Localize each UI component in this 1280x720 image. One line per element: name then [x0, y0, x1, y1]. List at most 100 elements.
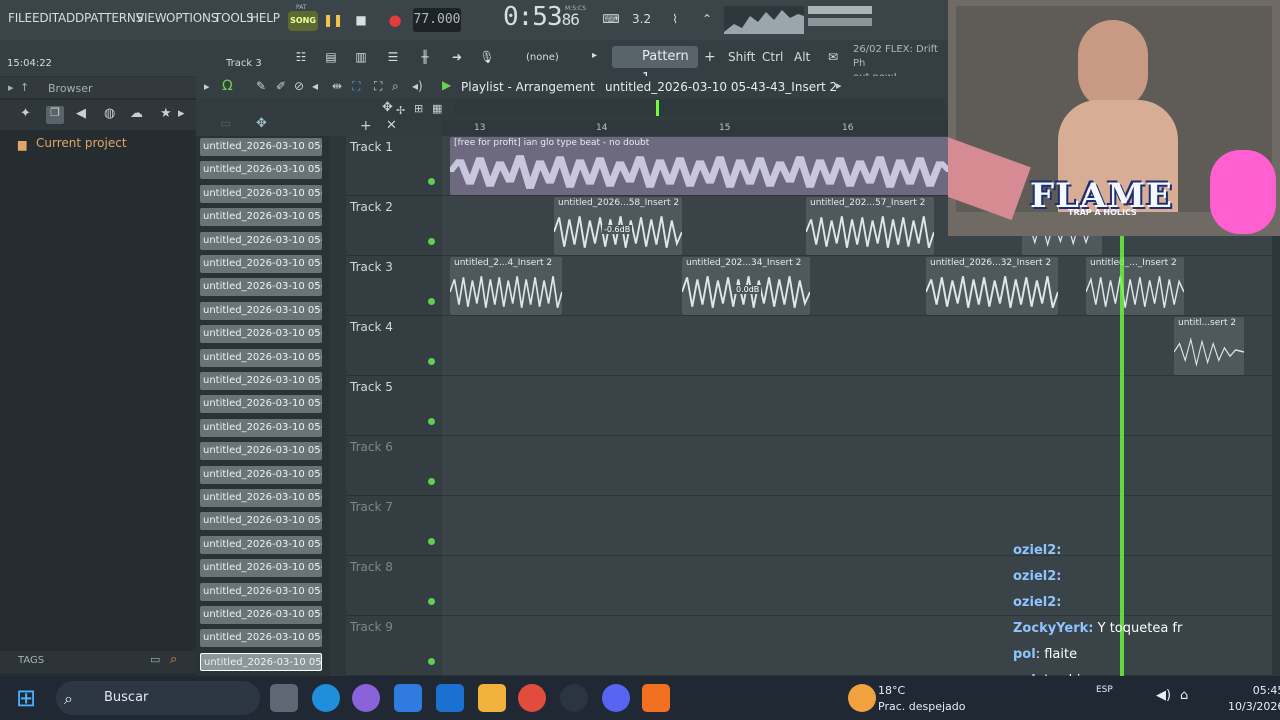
song-mode-button[interactable]: SONG: [288, 11, 318, 31]
system-clock[interactable]: 05:45 10/3/2026: [1228, 683, 1280, 715]
pattern-list-item[interactable]: untitled_2026-03-10 05-...: [200, 138, 322, 156]
slip-icon[interactable]: ⇹: [332, 79, 342, 93]
audio-clip[interactable]: untitled_202...57_Insert 2: [806, 197, 934, 255]
pattern-list-item[interactable]: untitled_2026-03-10 05-...: [200, 325, 322, 344]
file-icon[interactable]: ❐: [46, 106, 64, 124]
menu-options[interactable]: OPTIONS: [166, 11, 218, 25]
scroll-up-icon[interactable]: ✢: [396, 104, 405, 117]
paint-icon[interactable]: ✐: [276, 79, 286, 93]
track-header[interactable]: Track 4: [346, 316, 442, 376]
track-header[interactable]: Track 8: [346, 556, 442, 616]
grid-icon[interactable]: ▦: [432, 102, 442, 115]
news-icon[interactable]: ✉: [822, 46, 844, 68]
task-view-icon[interactable]: [270, 684, 298, 712]
play-playlist-icon[interactable]: ▶: [442, 78, 451, 92]
play-pattern-icon[interactable]: ▸: [592, 50, 597, 61]
pattern-list-item[interactable]: untitled_2026-03-10 05-...: [200, 231, 322, 250]
audio-clip[interactable]: untitled_..._Insert 2: [1086, 257, 1184, 315]
master-pitch-slider[interactable]: [808, 18, 872, 26]
track-header[interactable]: Track 1: [346, 136, 442, 196]
delete-icon[interactable]: ⊘: [294, 79, 304, 93]
speaker-icon[interactable]: ◀: [76, 106, 86, 121]
position-marker[interactable]: [656, 100, 659, 116]
copilot-icon[interactable]: [352, 684, 380, 712]
track-header[interactable]: Track 5: [346, 376, 442, 436]
zoom-icon[interactable]: ⌕: [392, 79, 399, 94]
add-pattern-icon[interactable]: +: [704, 49, 716, 65]
pattern-list-item[interactable]: untitled_2026-03-10 05-...: [200, 278, 322, 297]
stop-icon[interactable]: ■: [350, 9, 372, 31]
mixer-icon[interactable]: ☰: [382, 46, 404, 68]
speaker-tray-icon[interactable]: ◀): [1156, 688, 1171, 703]
track-mute-led[interactable]: [428, 178, 435, 185]
pattern-list-item[interactable]: untitled_2026-03-10 05-...: [200, 535, 322, 554]
pattern-list-item[interactable]: untitled_2026-03-10 05-...: [200, 442, 322, 461]
alt-key[interactable]: Alt: [794, 50, 810, 64]
discord-icon[interactable]: [602, 684, 630, 712]
menu-help[interactable]: HELP: [250, 11, 280, 25]
pattern-list-item[interactable]: untitled_2026-03-10 05-...: [200, 559, 322, 578]
pattern-list-item[interactable]: untitled_2026-03-10 05-...: [200, 208, 322, 227]
piano-roll-icon[interactable]: ▥: [350, 46, 372, 68]
wave-icon[interactable]: ⌇: [664, 8, 686, 30]
browser-up-icon[interactable]: ↑: [20, 81, 29, 94]
select-icon[interactable]: ⛶: [352, 79, 360, 94]
pattern-list-item[interactable]: untitled_2026-03-10 05-...: [200, 348, 322, 367]
globe-icon[interactable]: ◍: [104, 106, 115, 121]
track-mute-led[interactable]: [428, 298, 435, 305]
more-icon[interactable]: ▸: [178, 106, 185, 121]
pattern-list-item[interactable]: untitled_2026-03-10 05-...: [200, 301, 322, 320]
fl-studio-icon[interactable]: [642, 684, 670, 712]
back-icon[interactable]: ✦: [20, 106, 31, 121]
track-header[interactable]: Track 6: [346, 436, 442, 496]
tempo-field[interactable]: 77.000: [413, 8, 461, 32]
audio-clip[interactable]: untitled_2026...58_Insert 2 -0.6dB: [554, 197, 682, 255]
track-mute-led[interactable]: [428, 238, 435, 245]
channel-rack-icon[interactable]: ▤: [320, 46, 342, 68]
weather[interactable]: 18°C Prac. despejado: [878, 683, 965, 715]
cloud-icon[interactable]: ☁: [130, 106, 143, 121]
pattern-list-item[interactable]: untitled_2026-03-10 05-...: [200, 606, 322, 624]
lane-track-6[interactable]: [442, 436, 1272, 496]
playlist-icon[interactable]: ☷: [290, 46, 312, 68]
pattern-list-item[interactable]: untitled_2026-03-10 05-...: [200, 582, 322, 601]
notification-icon[interactable]: ⌂: [1180, 688, 1188, 703]
menu-file[interactable]: FILE: [8, 11, 32, 25]
lang-indicator[interactable]: ESP: [1096, 685, 1113, 695]
audio-clip[interactable]: untitled_2...4_Insert 2: [450, 257, 562, 315]
track-mute-led[interactable]: [428, 538, 435, 545]
explorer-icon[interactable]: [478, 684, 506, 712]
pattern-list-item[interactable]: untitled_2026-03-10 05-...: [200, 465, 322, 484]
shift-key[interactable]: Shift: [728, 50, 755, 64]
search-icon[interactable]: ⌕: [170, 652, 177, 667]
pattern-list-item[interactable]: untitled_2026-03-10 05-...: [200, 372, 322, 390]
pattern-list-item[interactable]: untitled_2026-03-10 05-...: [200, 184, 322, 203]
pattern-list-item[interactable]: untitled_2026-03-10 05-...: [200, 512, 322, 531]
arrow-right-icon[interactable]: ➜: [446, 46, 468, 68]
pattern-list-item[interactable]: untitled_2026-03-10 05-...: [200, 629, 322, 648]
audio-clip[interactable]: untitled_2026...32_Insert 2: [926, 257, 1058, 315]
lane-track-4[interactable]: [442, 316, 1272, 376]
pencil-icon[interactable]: ✎: [256, 79, 266, 93]
keyboard-icon[interactable]: ⌨: [600, 8, 622, 30]
metronome-icon[interactable]: ⌃: [696, 8, 718, 30]
snap-icon[interactable]: ⊞: [414, 102, 423, 115]
master-volume-slider[interactable]: [808, 6, 872, 14]
edge-icon[interactable]: [312, 684, 340, 712]
audio-clip[interactable]: untitl...sert 2: [1174, 317, 1244, 375]
current-project[interactable]: Current project: [36, 136, 127, 150]
audio-clip[interactable]: [free for profit] ian glo type beat - no…: [450, 137, 950, 195]
menu-patterns[interactable]: PATTERNS: [84, 11, 143, 25]
record-icon[interactable]: ●: [384, 9, 406, 31]
obs-icon[interactable]: [560, 684, 588, 712]
audio-clip[interactable]: untitled_202...34_Insert 2 0.0dB: [682, 257, 810, 315]
pause-icon[interactable]: ❚❚: [322, 9, 344, 31]
menu-view[interactable]: VIEW: [136, 11, 167, 25]
tag-folder-icon[interactable]: ▭: [150, 653, 160, 666]
microphone-icon[interactable]: 🎙: [476, 46, 498, 68]
scroll-icon[interactable]: ✥: [382, 100, 393, 115]
menu-add[interactable]: ADD: [58, 11, 84, 25]
zoom-region-icon[interactable]: ⛶: [374, 79, 382, 94]
pattern-list-item[interactable]: untitled_2026-03-10 05-...: [200, 255, 322, 273]
pattern-name[interactable]: Pattern 1: [612, 46, 698, 86]
